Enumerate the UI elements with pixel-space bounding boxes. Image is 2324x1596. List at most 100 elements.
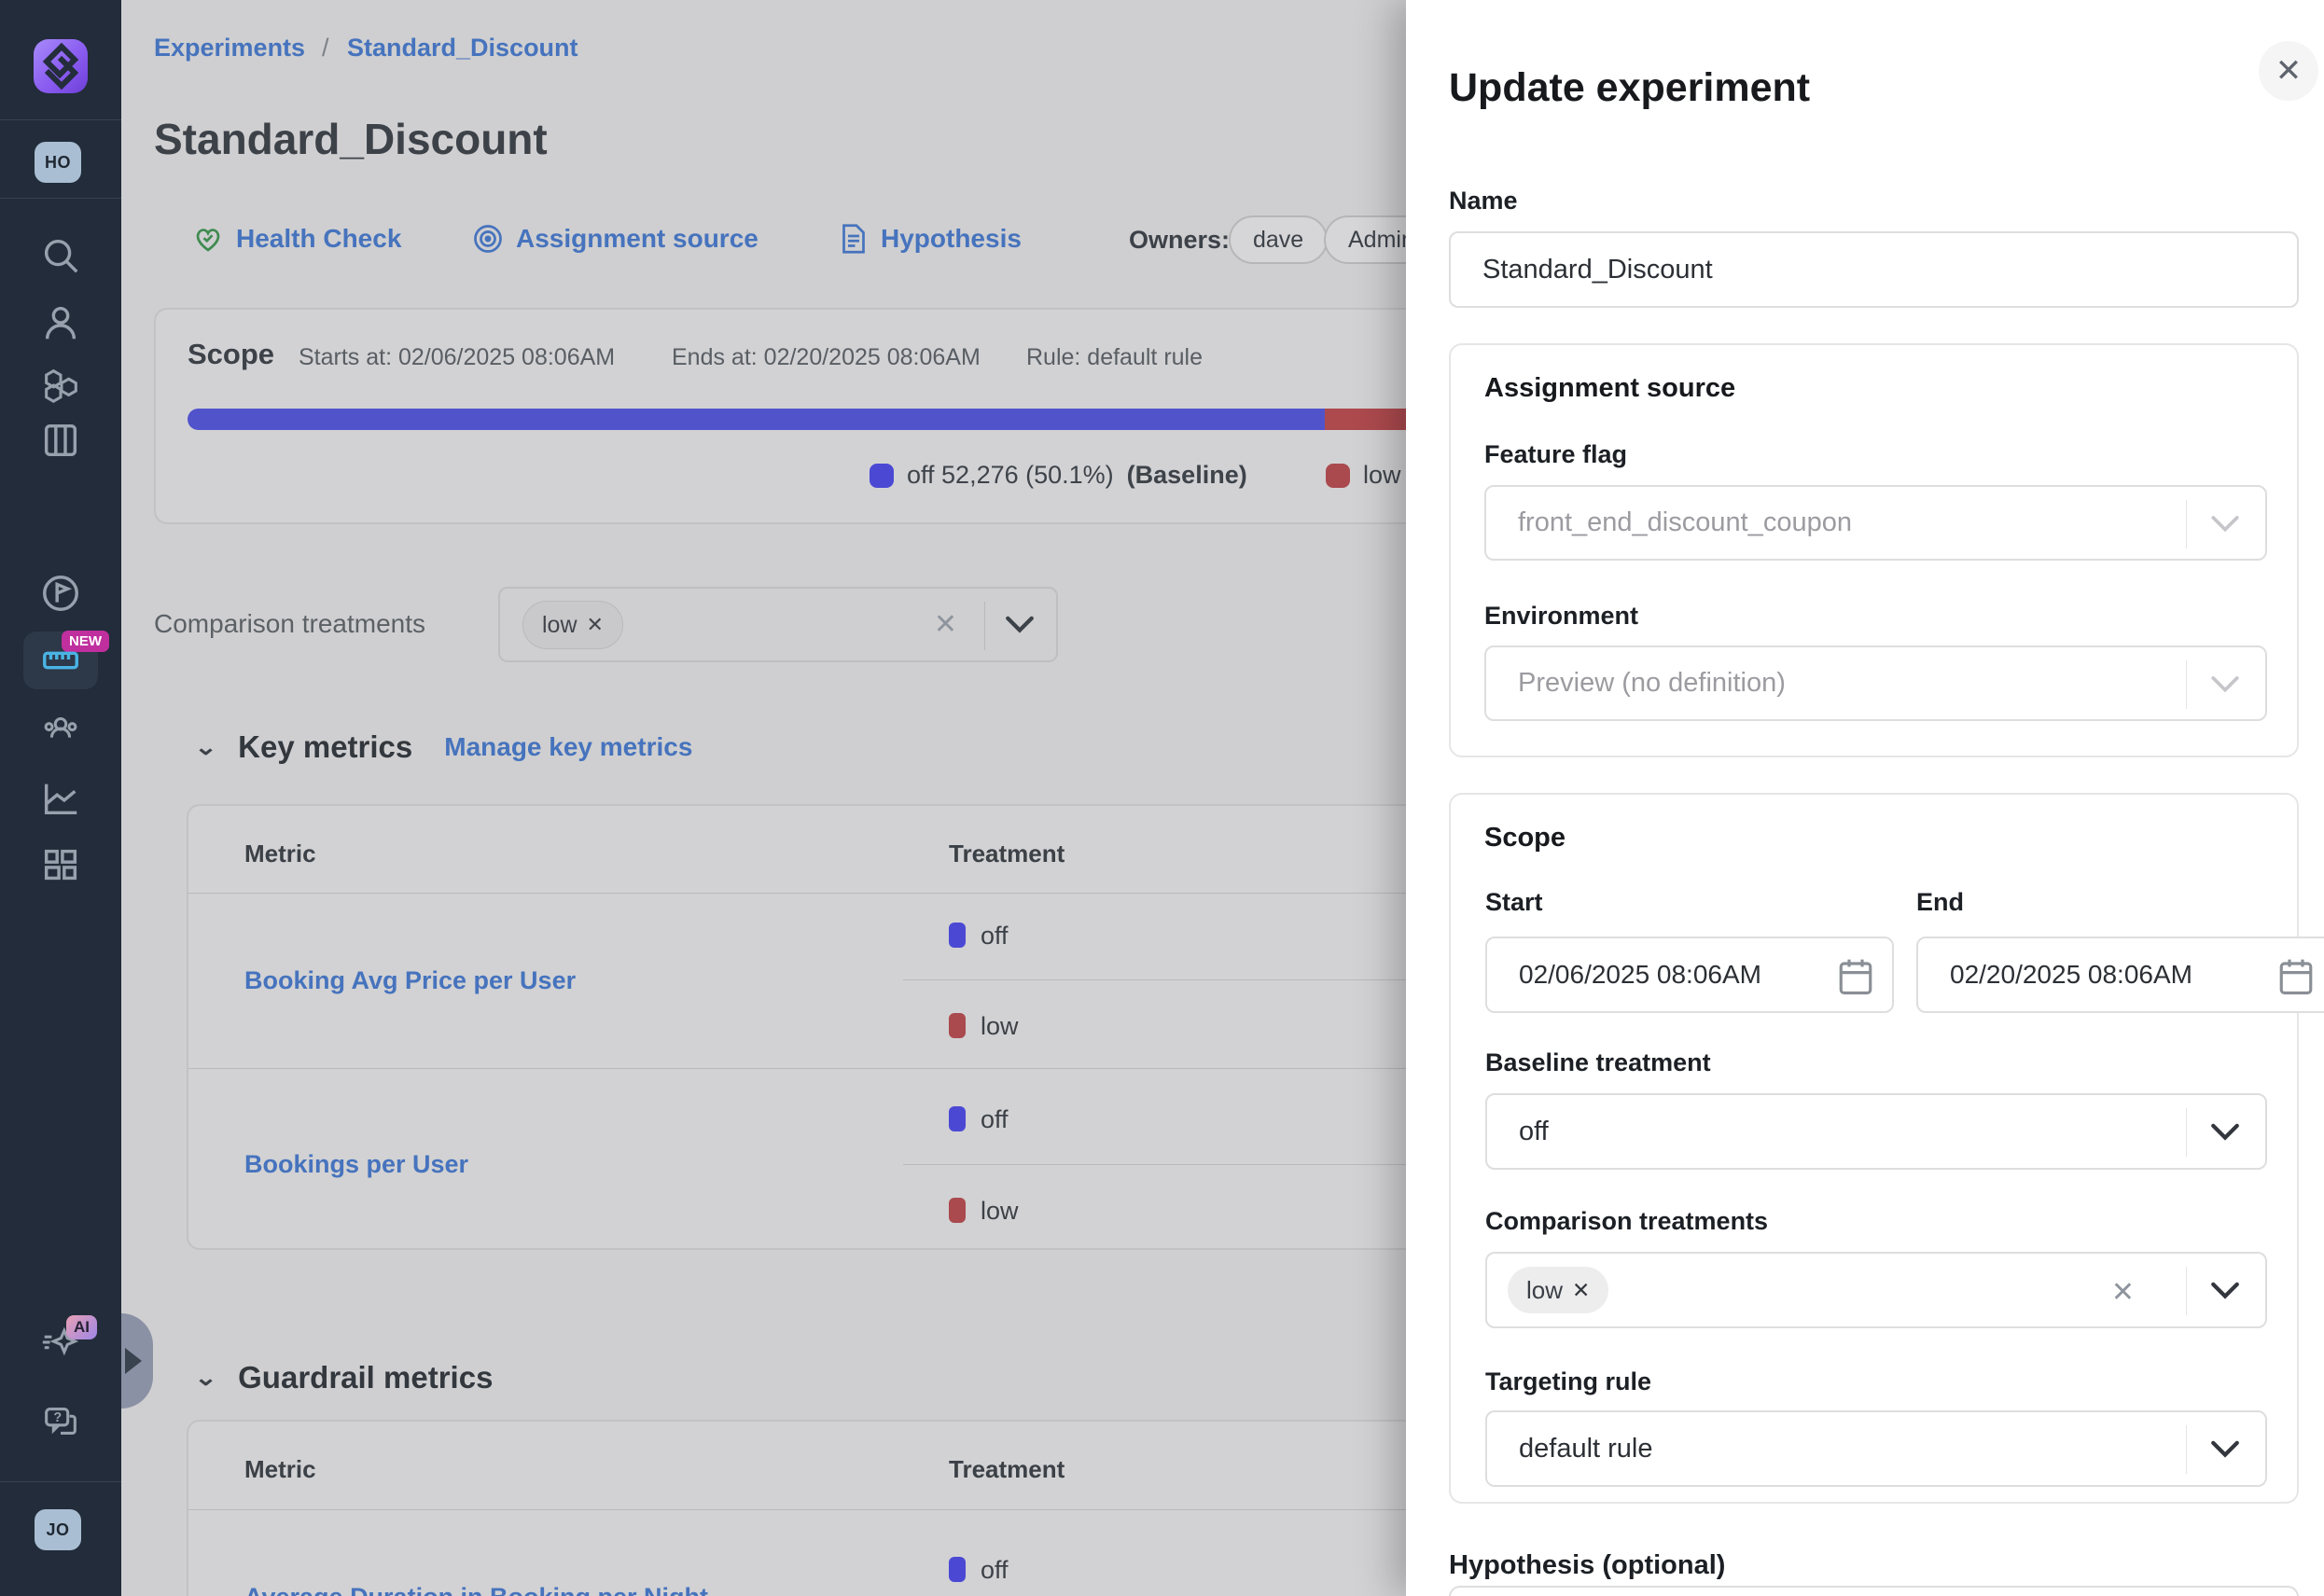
guardrail-metrics-title: Guardrail metrics — [238, 1360, 493, 1395]
owner-pill-dave: dave — [1229, 215, 1328, 264]
scope-banner-title: Scope — [188, 338, 274, 371]
metric-link[interactable]: Bookings per User — [244, 1150, 468, 1179]
help-chat-icon[interactable]: ? — [38, 1399, 83, 1444]
feature-flag-label: Feature flag — [1484, 440, 1627, 469]
collapse-icon[interactable]: ⌄ — [194, 1365, 217, 1391]
scope-heading: Scope — [1484, 823, 1566, 854]
divider — [2186, 1267, 2187, 1315]
ai-badge: AI — [66, 1315, 97, 1339]
comparison-treatments-select[interactable]: low ✕ ✕ — [1485, 1252, 2267, 1328]
treatment-swatch — [949, 1106, 966, 1131]
col-metric: Metric — [244, 1455, 316, 1484]
legend-swatch-off — [870, 464, 894, 488]
chevron-down-icon[interactable] — [2209, 1438, 2241, 1461]
scope-ends-at: Ends at: 02/20/2025 08:06AM — [672, 344, 981, 371]
breadcrumb-separator: / — [322, 34, 329, 62]
collapse-icon[interactable]: ⌄ — [194, 734, 217, 760]
document-icon — [838, 222, 870, 256]
environment-select[interactable]: Preview (no definition) — [1484, 645, 2267, 721]
ruler-icon[interactable] — [38, 638, 83, 683]
hypothesis-optional-label: Hypothesis (optional) — [1449, 1550, 1725, 1581]
chip-close-icon[interactable]: ✕ — [1572, 1278, 1590, 1303]
key-metrics-table: Metric Treatment Direction Booking Avg P… — [187, 804, 1581, 1250]
chevron-down-icon[interactable] — [2209, 1121, 2241, 1144]
treatment-name: low — [981, 1012, 1019, 1041]
calendar-icon[interactable] — [2276, 955, 2316, 998]
manage-key-metrics-link[interactable]: Manage key metrics — [444, 732, 692, 762]
start-date-input[interactable]: 02/06/2025 08:06AM — [1485, 937, 1894, 1013]
workspace-badge[interactable]: HO — [35, 142, 81, 183]
legend-low: low — [1326, 461, 1401, 490]
breadcrumb-experiments[interactable]: Experiments — [154, 34, 305, 62]
chip-label: low — [542, 612, 578, 639]
comparison-treatments-label: Comparison treatments — [1485, 1207, 1768, 1236]
divider — [2186, 660, 2187, 709]
treatment-swatch — [949, 923, 966, 948]
statsig-logo[interactable] — [34, 39, 88, 93]
assignment-source-card: Assignment source Feature flag front_end… — [1449, 343, 2299, 757]
divider — [2186, 500, 2187, 548]
legend-swatch-low — [1326, 464, 1350, 488]
chevron-down-icon[interactable] — [2209, 1280, 2241, 1302]
scope-banner: Scope Starts at: 02/06/2025 08:06AM Ends… — [154, 308, 1581, 524]
user-icon[interactable] — [38, 300, 83, 345]
treatment-name: off — [981, 1556, 1009, 1585]
name-value: Standard_Discount — [1482, 255, 1713, 285]
start-date-value: 02/06/2025 08:06AM — [1519, 960, 1761, 990]
baseline-treatment-value: off — [1519, 1117, 1549, 1147]
audience-icon[interactable] — [38, 707, 83, 752]
guardrail-metrics-table: Metric Treatment Direction off - Average… — [187, 1420, 1581, 1596]
legend-off-text: off 52,276 (50.1%) — [907, 461, 1114, 490]
search-icon[interactable] — [38, 233, 83, 278]
comparison-treatments-select[interactable]: low ✕ ✕ — [498, 587, 1058, 662]
targeting-rule-select[interactable]: default rule — [1485, 1410, 2267, 1487]
clear-selection-icon[interactable]: ✕ — [2111, 1276, 2135, 1309]
hypothesis-link[interactable]: Hypothesis — [838, 222, 1022, 256]
scope-card: Scope Start End 02/06/2025 08:06AM 02/20… — [1449, 793, 2299, 1504]
treatment-chip-low[interactable]: low ✕ — [1508, 1267, 1608, 1313]
end-label: End — [1916, 888, 1964, 917]
name-input[interactable]: Standard_Discount — [1449, 231, 2299, 308]
metric-link[interactable]: Booking Avg Price per User — [244, 966, 576, 995]
divider — [188, 1068, 1581, 1069]
assignment-source-label: Assignment source — [516, 224, 758, 254]
targeting-rule-value: default rule — [1519, 1434, 1653, 1464]
breadcrumb-current[interactable]: Standard_Discount — [347, 34, 578, 62]
dashboard-icon[interactable] — [38, 843, 83, 888]
svg-text:?: ? — [53, 1410, 62, 1425]
allocation-segment-off — [188, 409, 1325, 430]
clear-selection-icon[interactable]: ✕ — [934, 608, 957, 641]
assignment-source-heading: Assignment source — [1484, 373, 1735, 404]
feature-flag-value: front_end_discount_coupon — [1518, 507, 1852, 538]
divider — [188, 893, 1581, 894]
treatment-chip-low[interactable]: low ✕ — [522, 601, 623, 649]
columns-icon[interactable] — [38, 418, 83, 463]
chevron-down-icon[interactable] — [1004, 613, 1036, 637]
chip-close-icon[interactable]: ✕ — [587, 613, 604, 637]
treatment-name: off — [981, 922, 1009, 951]
health-check-link[interactable]: Health Check — [191, 222, 401, 256]
page-title: Standard_Discount — [154, 114, 548, 164]
metric-link[interactable]: Average Duration in Booking per Night — [244, 1583, 708, 1596]
name-label: Name — [1449, 187, 1518, 215]
segments-icon[interactable] — [38, 362, 83, 407]
treatment-name: low — [981, 1197, 1019, 1226]
calendar-icon[interactable] — [1836, 955, 1875, 998]
feature-flag-select[interactable]: front_end_discount_coupon — [1484, 485, 2267, 561]
baseline-treatment-select[interactable]: off — [1485, 1093, 2267, 1170]
treatment-swatch — [949, 1013, 966, 1038]
chevron-down-icon — [2209, 673, 2241, 696]
flag-icon[interactable] — [38, 571, 83, 616]
chip-label: low — [1526, 1276, 1563, 1305]
close-button[interactable]: ✕ — [2259, 41, 2318, 101]
metrics-chart-icon[interactable] — [38, 776, 83, 821]
end-date-input[interactable]: 02/20/2025 08:06AM — [1916, 937, 2324, 1013]
hypothesis-textarea[interactable] — [1449, 1586, 2299, 1596]
treatment-swatch — [949, 1198, 966, 1223]
scope-rule: Rule: default rule — [1026, 344, 1203, 371]
scope-starts-at: Starts at: 02/06/2025 08:06AM — [299, 344, 615, 371]
target-icon — [471, 222, 505, 256]
user-avatar[interactable]: JO — [35, 1509, 81, 1550]
end-date-value: 02/20/2025 08:06AM — [1950, 960, 2192, 990]
assignment-source-link[interactable]: Assignment source — [471, 222, 758, 256]
